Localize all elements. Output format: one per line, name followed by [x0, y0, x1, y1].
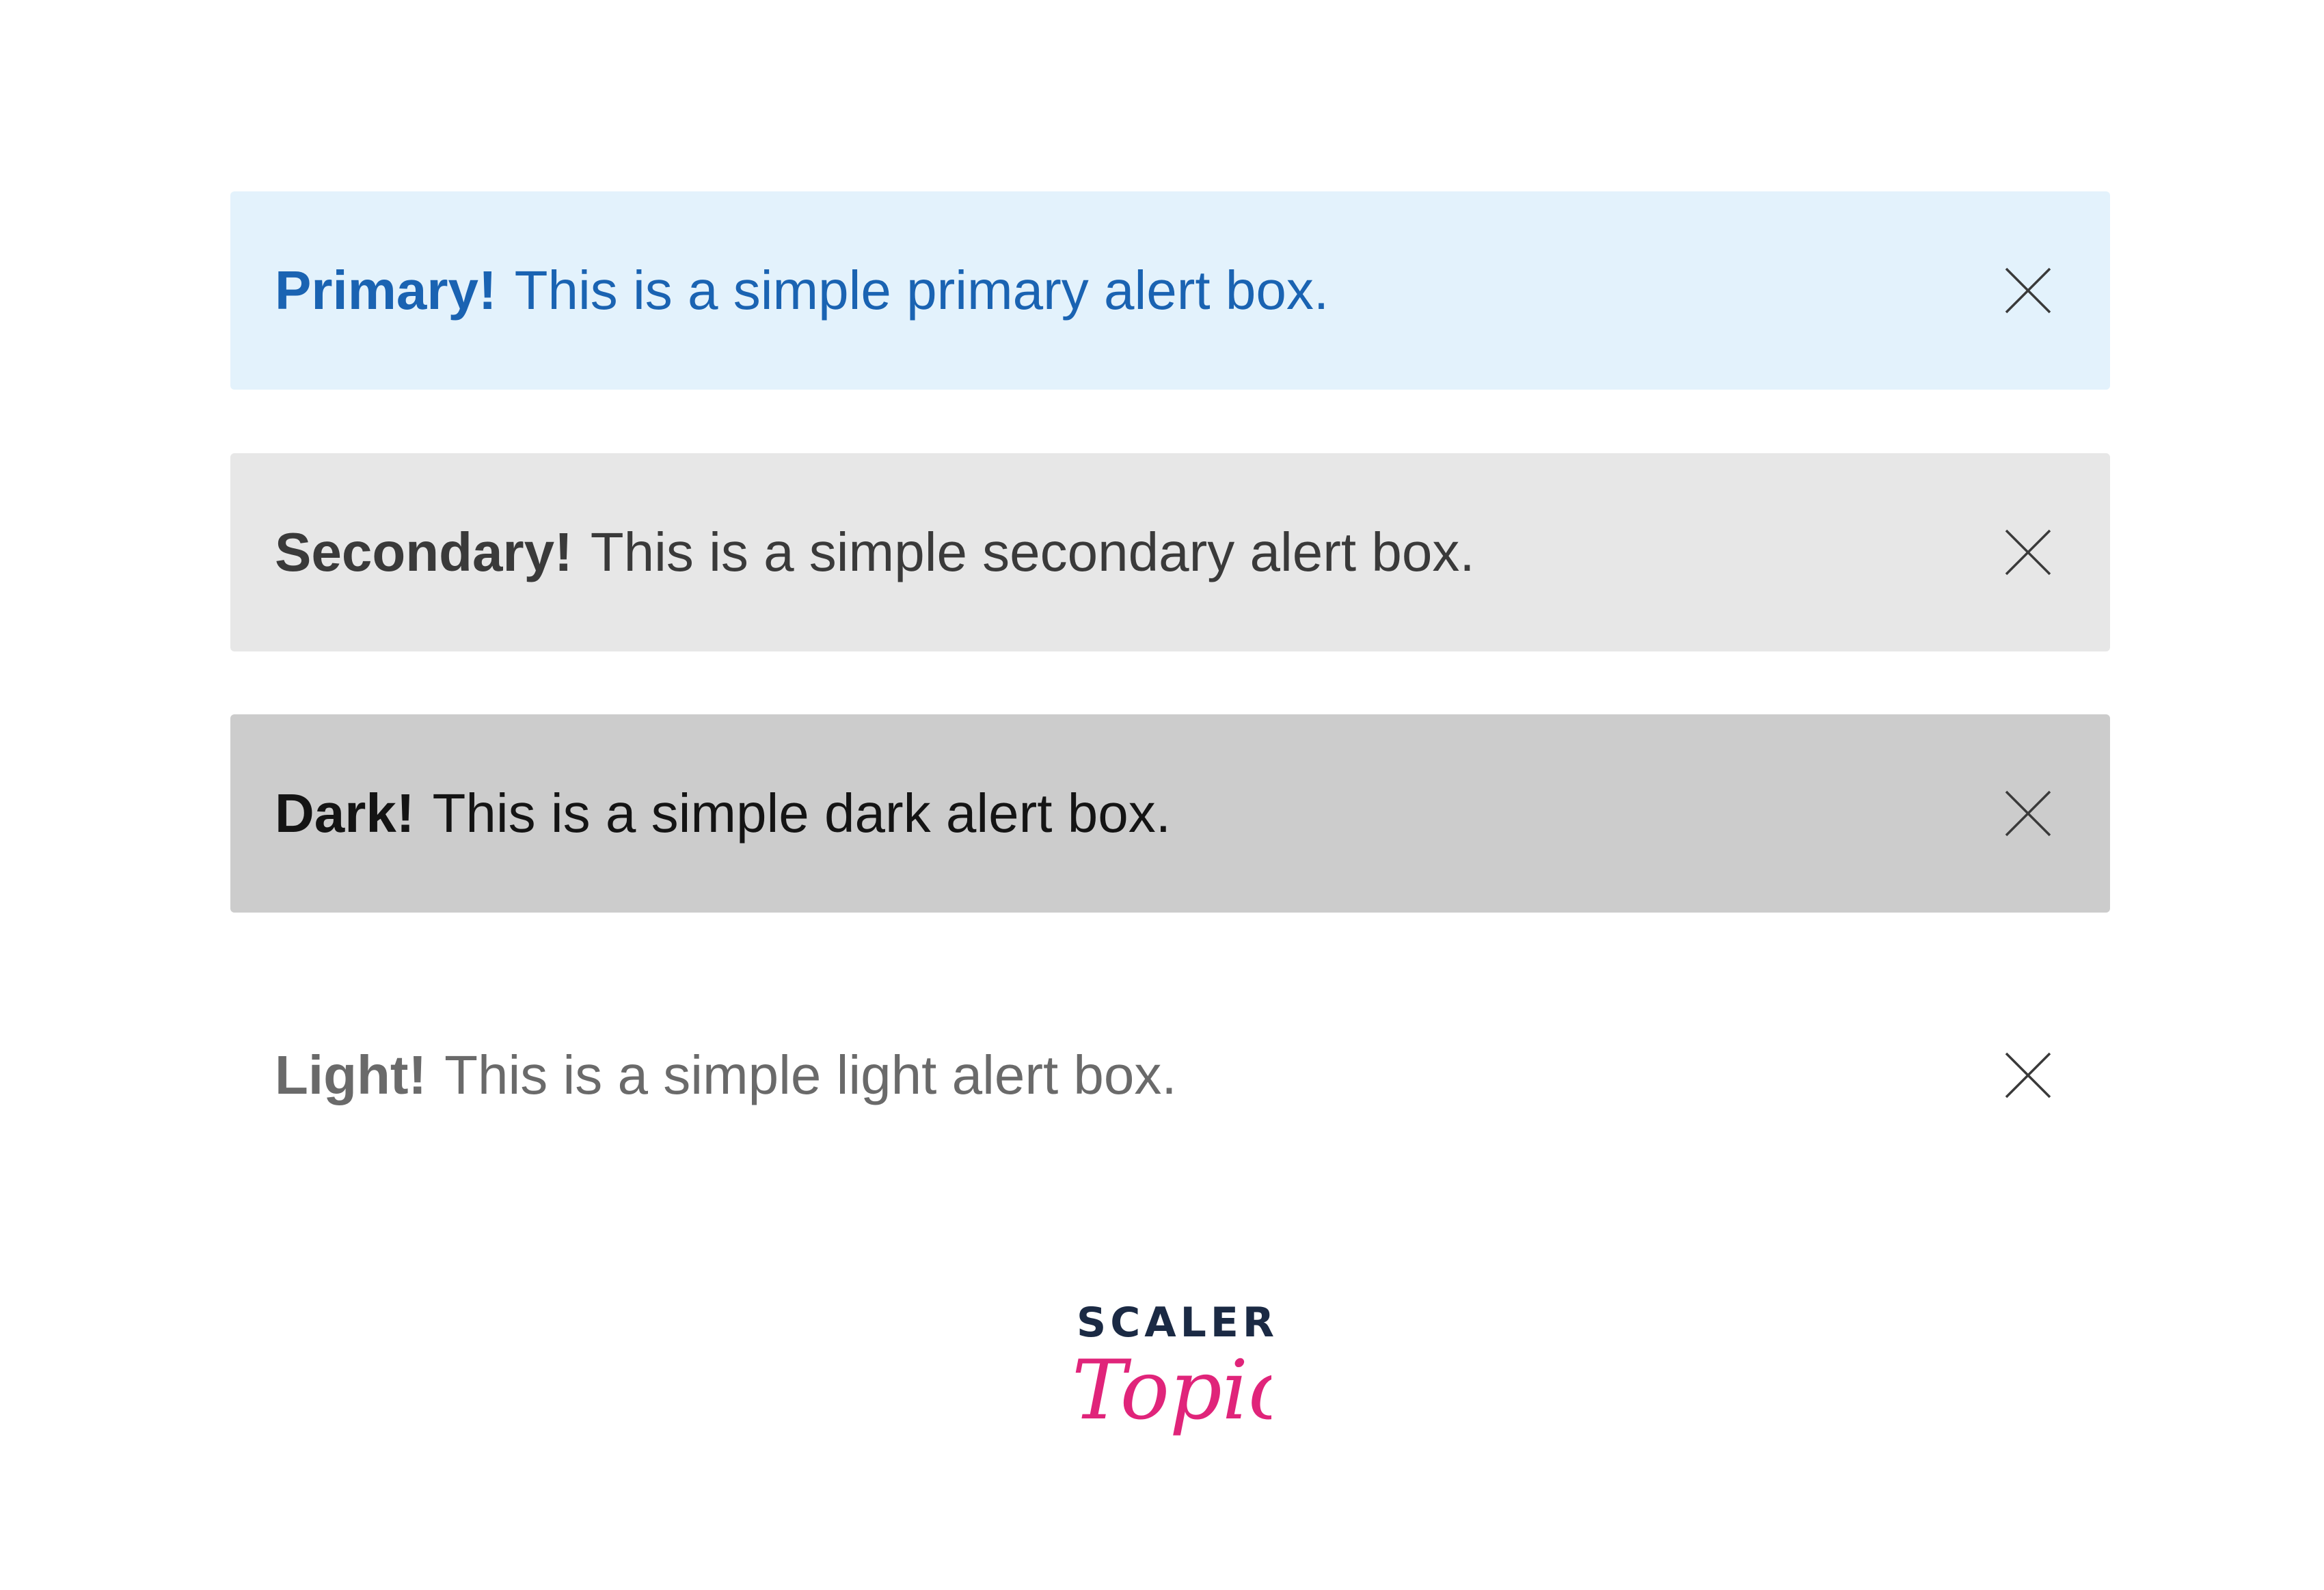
alert-secondary: Secondary! This is a simple secondary ale…	[230, 453, 2110, 651]
alert-secondary-text: This is a simple secondary alert box.	[590, 522, 1475, 582]
alert-secondary-message-line: Secondary! This is a simple secondary ale…	[275, 525, 2001, 580]
alert-secondary-title: Secondary!	[275, 522, 573, 582]
alert-primary: Primary! This is a simple primary alert b…	[230, 191, 2110, 390]
logo-script-topics: Topics	[1072, 1343, 1271, 1438]
close-icon	[2005, 1052, 2051, 1099]
alert-primary-text: This is a simple primary alert box.	[514, 260, 1329, 321]
alert-dark-close-button[interactable]	[2001, 786, 2055, 841]
scaler-topics-logo: SCALER Topics	[1066, 1302, 1274, 1480]
alert-light-text: This is a simple light alert box.	[444, 1045, 1177, 1105]
logo-brand-top: SCALER	[1077, 1299, 1279, 1347]
alert-dark-text: This is a simple dark alert box.	[432, 783, 1171, 844]
close-icon	[2005, 790, 2051, 837]
close-icon	[2005, 529, 2051, 576]
close-icon	[2005, 267, 2051, 314]
alert-dark-message-line: Dark! This is a simple dark alert box.	[275, 786, 2001, 841]
alert-primary-title: Primary!	[275, 260, 497, 321]
alert-secondary-close-button[interactable]	[2001, 525, 2055, 580]
alert-primary-message-line: Primary! This is a simple primary alert b…	[275, 263, 2001, 318]
alert-light-close-button[interactable]	[2001, 1048, 2055, 1103]
alert-dark: Dark! This is a simple dark alert box.	[230, 714, 2110, 913]
alert-light-message-line: Light! This is a simple light alert box.	[275, 1048, 2001, 1103]
logo-brand-script: Topics	[1072, 1343, 1271, 1438]
alert-light: Light! This is a simple light alert box.	[230, 976, 2110, 1174]
alert-dark-title: Dark!	[275, 783, 415, 844]
alert-primary-close-button[interactable]	[2001, 263, 2055, 318]
alert-light-title: Light!	[275, 1045, 427, 1105]
